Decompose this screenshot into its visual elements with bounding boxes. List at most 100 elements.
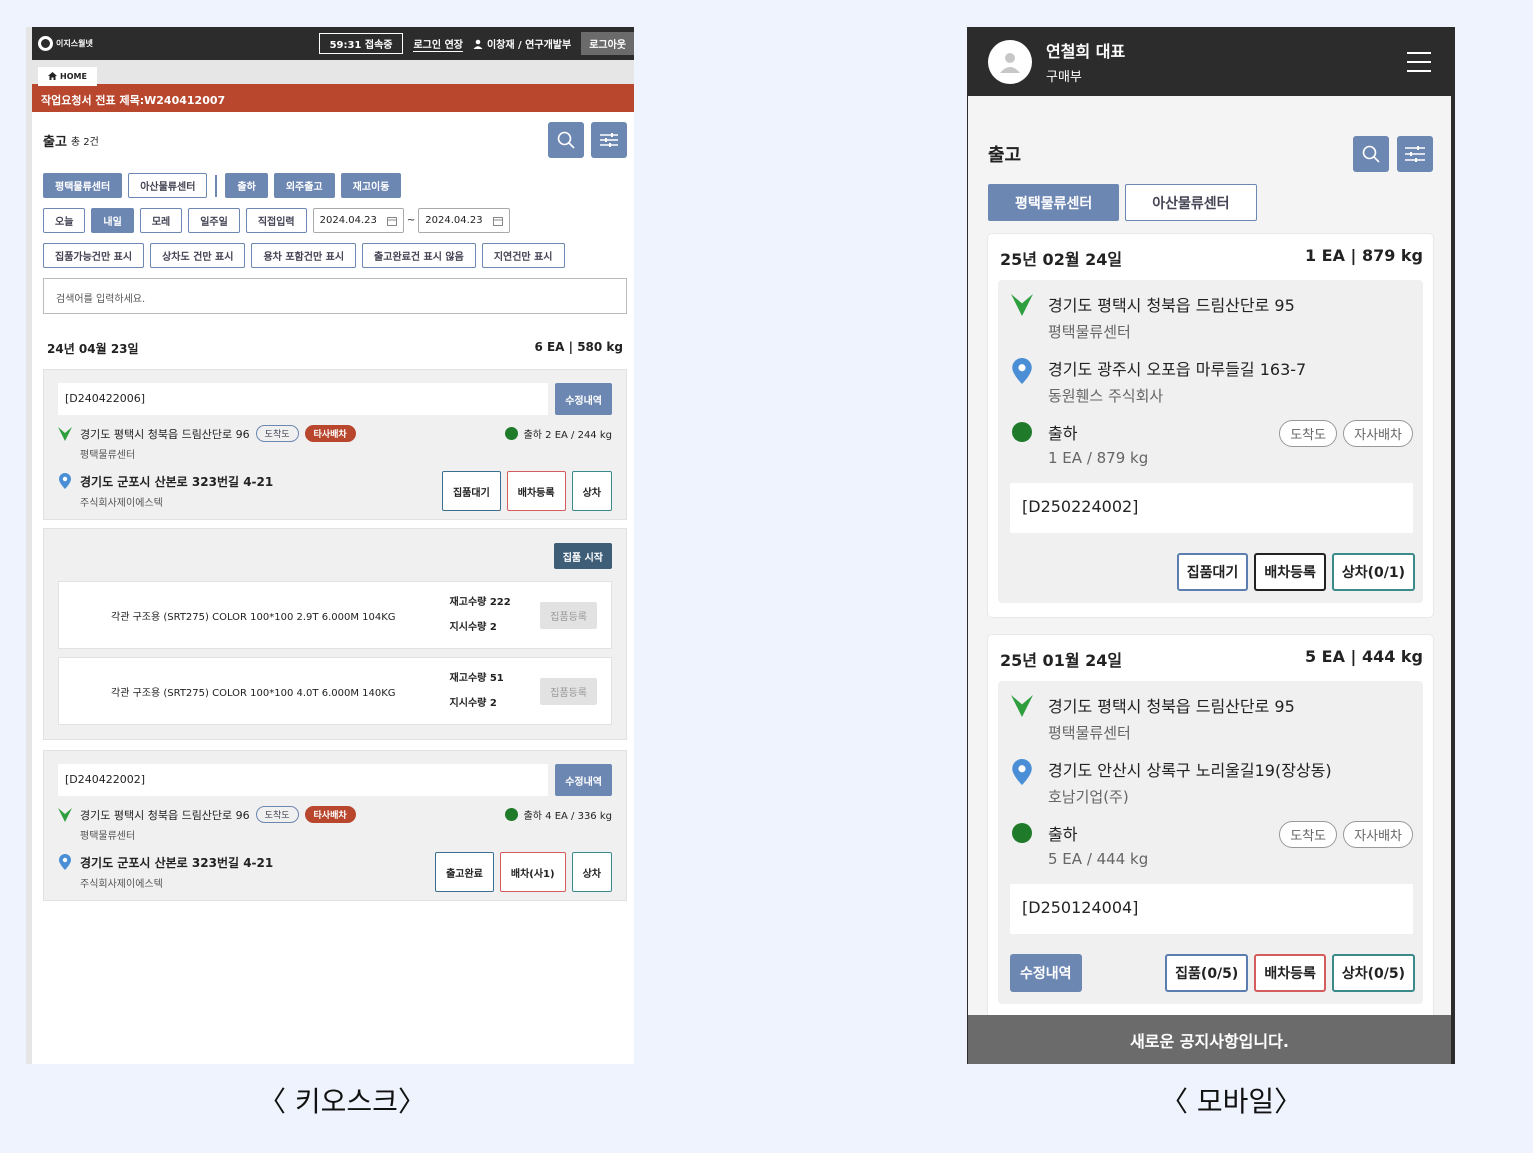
- arrival-badge: 도착도: [1279, 821, 1338, 848]
- dispatch-register-button[interactable]: 배차등록: [1254, 954, 1326, 992]
- search-button[interactable]: [1353, 136, 1389, 172]
- order-qty: 지시수량 2: [449, 622, 497, 633]
- filter-loading-dock[interactable]: 상차도 건만 표시: [150, 243, 246, 268]
- center-pyeongtaek[interactable]: 평택물류센터: [988, 184, 1120, 221]
- user-info: 이창재 / 연구개발부: [473, 36, 571, 51]
- date-to-input[interactable]: 2024.04.23: [418, 208, 510, 233]
- location-pin-icon: [1012, 759, 1032, 785]
- period-tomorrow[interactable]: 내일: [91, 208, 134, 233]
- type-outsourced[interactable]: 외주출고: [273, 173, 335, 198]
- origin-address: 경기도 평택시 청북읍 드림산단로 96: [80, 808, 250, 822]
- arrival-badge: 도착도: [255, 425, 299, 442]
- filter-delayed[interactable]: 지연건만 표시: [481, 243, 565, 268]
- logout-button[interactable]: 로그아웃: [581, 32, 634, 55]
- calendar-icon: [386, 216, 397, 226]
- origin-icon: [1011, 695, 1033, 717]
- kiosk-topbar: 이지스월넷 59:31 접속중 로그인 연장 이창재 / 연구개발부 로그아웃: [32, 27, 634, 60]
- search-input[interactable]: 검색어를 입력하세요.: [43, 278, 627, 314]
- dispatch-badge: 자사배차: [1343, 821, 1413, 848]
- pick-wait-button[interactable]: 집품대기: [1176, 553, 1249, 591]
- filter-button[interactable]: [1397, 136, 1433, 172]
- date-group-header: 24년 04월 23일 6 EA | 580 kg: [47, 340, 623, 356]
- pick-item: 각관 구조용 (SRT275) COLOR 100*100 2.9T 6.000…: [58, 581, 612, 649]
- stock-qty: 재고수량 51: [449, 673, 504, 684]
- destination-address: 경기도 광주시 오포읍 마루들길 163-7: [1048, 360, 1307, 379]
- filter-hide-completed[interactable]: 출고완료건 표시 않음: [362, 243, 476, 268]
- shipment-status: 출하 2 EA / 244 kg: [504, 426, 612, 441]
- origin-place: 평택물류센터: [1048, 724, 1131, 742]
- shipment-complete-button[interactable]: 출고완료: [435, 852, 494, 892]
- notice-bar[interactable]: 새로운 공지사항입니다.: [968, 1015, 1451, 1064]
- origin-place: 평택물류센터: [80, 831, 136, 842]
- route: 경기도 평택시 청북읍 드림산단로 96 도착도 타사배차 출하 4 EA / …: [58, 806, 612, 892]
- home-icon: [48, 72, 57, 80]
- origin-icon: [58, 808, 72, 822]
- filter-button[interactable]: [591, 122, 627, 158]
- user-icon: [1000, 52, 1020, 73]
- dispatch-register-button[interactable]: 배차등록: [506, 471, 566, 511]
- app-logo: 이지스월넷: [38, 36, 93, 51]
- center-asan[interactable]: 아산물류센터: [128, 173, 208, 198]
- period-custom[interactable]: 직접입력: [245, 208, 307, 233]
- origin-icon: [1011, 294, 1033, 316]
- edit-history-button[interactable]: 수정내역: [555, 383, 612, 415]
- origin-icon: [58, 427, 72, 441]
- route: 경기도 평택시 청북읍 드림산단로 96 도착도 타사배차 출하 2 EA / …: [58, 425, 612, 511]
- shipment-qty: 1 EA / 879 kg: [1048, 449, 1149, 467]
- period-today[interactable]: 오늘: [43, 208, 86, 233]
- origin-address: 경기도 평택시 청북읍 드림산단로 95: [1048, 296, 1295, 315]
- period-day-after[interactable]: 모레: [139, 208, 183, 233]
- loading-button[interactable]: 상차(0/5): [1331, 954, 1415, 992]
- period-week[interactable]: 일주일: [188, 208, 240, 233]
- shipment-label: 출하: [1048, 825, 1078, 844]
- card-total: 5 EA | 444 kg: [1304, 647, 1423, 666]
- pick-wait-button[interactable]: 집품대기: [441, 471, 501, 511]
- page-title: 출고: [988, 145, 1022, 166]
- center-pyeongtaek[interactable]: 평택물류센터: [43, 173, 123, 198]
- date-from-input[interactable]: 2024.04.23: [312, 208, 404, 233]
- order-number: [D240422002]: [58, 764, 549, 796]
- pick-button[interactable]: 집품(0/5): [1165, 954, 1249, 992]
- filter-pickable[interactable]: 집품가능건만 표시: [43, 243, 145, 268]
- stock-qty: 재고수량 222: [449, 597, 511, 608]
- type-shipment[interactable]: 출하: [225, 173, 268, 198]
- tab-home[interactable]: HOME: [38, 66, 97, 86]
- destination-place: 호남기업(주): [1048, 788, 1129, 806]
- dispatch-badge: 자사배차: [1343, 420, 1413, 447]
- destination-place: 동원휀스 주식회사: [1048, 387, 1164, 405]
- center-asan[interactable]: 아산물류센터: [1125, 184, 1257, 221]
- location-pin-icon: [1012, 358, 1032, 384]
- loading-button[interactable]: 상차: [571, 471, 612, 511]
- location-pin-icon: [59, 473, 71, 489]
- search-button[interactable]: [548, 122, 584, 158]
- user-name: 연철희 대표: [1046, 42, 1126, 61]
- loading-button[interactable]: 상차(0/1): [1331, 553, 1415, 591]
- type-stock-move[interactable]: 재고이동: [340, 173, 402, 198]
- pick-register-button[interactable]: 집품등록: [540, 601, 597, 629]
- filter-hired-vehicle[interactable]: 용차 포함건만 표시: [251, 243, 357, 268]
- hamburger-menu-icon[interactable]: [1407, 45, 1431, 79]
- status-dot: [504, 808, 518, 821]
- user-icon: [473, 39, 483, 49]
- loading-button[interactable]: 상차: [571, 852, 612, 892]
- dispatch-button[interactable]: 배차(사1): [499, 852, 566, 892]
- origin-place: 평택물류센터: [80, 450, 136, 461]
- card-date: 25년 01월 24일: [1000, 651, 1123, 670]
- order-number: [D250124004]: [1010, 884, 1413, 934]
- status-dot: [504, 427, 518, 440]
- search-icon: [557, 131, 575, 149]
- work-request-banner: 작업요청서 전표 제목:W240412007: [32, 84, 634, 112]
- pick-register-button[interactable]: 집품등록: [540, 677, 597, 705]
- dispatch-register-button[interactable]: 배차등록: [1254, 553, 1326, 591]
- order-card: 25년 02월 24일 1 EA | 879 kg 경기도 평택시 청북읍 드림…: [988, 234, 1433, 617]
- status-dot: [1012, 422, 1032, 442]
- edit-history-button[interactable]: 수정내역: [555, 764, 612, 796]
- kiosk-caption: 〈 키오스크〉: [258, 1085, 426, 1118]
- pick-item: 각관 구조용 (SRT275) COLOR 100*100 4.0T 6.000…: [58, 657, 612, 725]
- page-title: 출고: [43, 134, 67, 150]
- item-name: 각관 구조용 (SRT275) COLOR 100*100 2.9T 6.000…: [111, 611, 396, 623]
- pick-start-button[interactable]: 집품 시작: [553, 543, 612, 569]
- login-extend-link[interactable]: 로그인 연장: [413, 36, 463, 52]
- origin-address: 경기도 평택시 청북읍 드림산단로 96: [80, 427, 250, 441]
- edit-history-button[interactable]: 수정내역: [1010, 954, 1082, 992]
